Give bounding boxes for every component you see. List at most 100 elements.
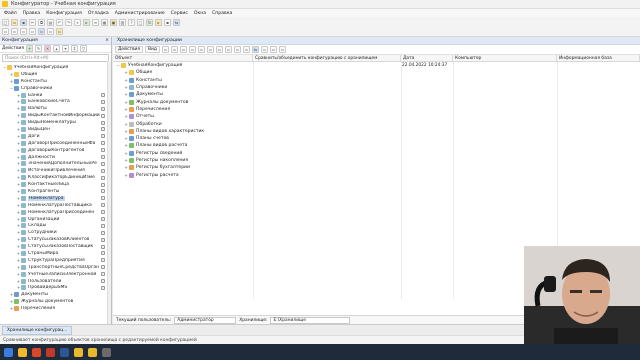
tree-item[interactable]: + КлассификаторЕдиницИзме bbox=[0, 174, 111, 181]
tree-item[interactable]: + СтатусыЗаказовКлиентов bbox=[0, 236, 111, 243]
tree-item[interactable]: + ЗначенияДополнительныхРе bbox=[0, 160, 111, 167]
pdf-icon[interactable] bbox=[46, 347, 55, 357]
onec-icon-2[interactable] bbox=[88, 347, 97, 357]
copy-icon[interactable]: ⧉ bbox=[38, 19, 45, 26]
calendar-icon[interactable]: ▥ bbox=[119, 19, 126, 26]
grid-row[interactable]: + Регистры сведений bbox=[113, 150, 640, 157]
onec-icon[interactable] bbox=[74, 347, 83, 357]
repo-tool-icon-1[interactable]: ▫ bbox=[161, 46, 169, 53]
menu-debug[interactable]: Отладка bbox=[88, 11, 109, 16]
tree-item[interactable]: + Банки bbox=[0, 92, 111, 99]
repo-tool-icon-7[interactable]: ▫ bbox=[215, 46, 223, 53]
cut-icon[interactable]: ✂ bbox=[29, 19, 36, 26]
sync-icon[interactable]: ⇆ bbox=[173, 19, 180, 26]
filter-icon[interactable]: ▽ bbox=[80, 45, 88, 52]
paste-icon[interactable]: ▤ bbox=[47, 19, 54, 26]
open-folder-icon[interactable]: ▭ bbox=[11, 19, 18, 26]
tree-item[interactable]: + КонтактныеЛица bbox=[0, 181, 111, 188]
grid-row[interactable]: + Справочники bbox=[113, 84, 640, 91]
tool-icon-5[interactable]: ▫ bbox=[38, 28, 45, 35]
tree-item[interactable]: + Контрагенты bbox=[0, 188, 111, 195]
tree-item[interactable]: + Общие bbox=[0, 71, 111, 78]
grid-row[interactable]: + Общие bbox=[113, 69, 640, 76]
edit-icon[interactable]: ✎ bbox=[35, 45, 43, 52]
search-input[interactable]: Поиск (Ctrl+Alt+M) bbox=[2, 54, 109, 62]
tree-item[interactable]: + Журналы документов bbox=[0, 298, 111, 305]
list-icon[interactable]: ≡ bbox=[92, 19, 99, 26]
repo-tool-icon-6[interactable]: ▫ bbox=[206, 46, 214, 53]
grid-row[interactable]: + Регистры расчета bbox=[113, 171, 640, 178]
tab-repository[interactable]: Хранилище конфигурац... bbox=[2, 325, 73, 335]
tree-item[interactable]: + ДоговорыКонтрагентов bbox=[0, 147, 111, 154]
grid-row[interactable]: + Планы видов характеристик bbox=[113, 128, 640, 135]
properties-icon[interactable]: ▦ bbox=[101, 19, 108, 26]
menu-edit[interactable]: Правка bbox=[23, 11, 40, 16]
tree-item[interactable]: + Доги bbox=[0, 133, 111, 140]
column-computer[interactable]: Компьютер bbox=[453, 55, 557, 61]
close-icon[interactable]: × bbox=[105, 38, 109, 43]
browser-icon[interactable] bbox=[32, 347, 41, 357]
tree-item[interactable]: + СтруктураПредприятия bbox=[0, 257, 111, 264]
menu-file[interactable]: Файл bbox=[4, 11, 17, 16]
tree-item[interactable]: + НоменклатураПрисоединен bbox=[0, 209, 111, 216]
run-icon[interactable]: ▸ bbox=[83, 19, 90, 26]
grid-row[interactable]: + Регистры накопления bbox=[113, 157, 640, 164]
actions-menu-button[interactable]: Действия bbox=[115, 46, 144, 53]
grid-row[interactable]: + Документы bbox=[113, 91, 640, 98]
tree-item[interactable]: + УчетныеЗаписиЭлектронной bbox=[0, 271, 111, 278]
grid-row[interactable]: + Регистры бухгалтерии bbox=[113, 164, 640, 171]
tree-item[interactable]: + Номенклатура bbox=[0, 195, 111, 202]
tree-item[interactable]: + НоменклатураПоставщика bbox=[0, 202, 111, 209]
new-file-icon[interactable]: □ bbox=[2, 19, 9, 26]
tool-icon-1[interactable]: ▫ bbox=[2, 28, 9, 35]
menu-windows[interactable]: Окна bbox=[194, 11, 206, 16]
tree-item[interactable]: + Константы bbox=[0, 78, 111, 85]
grid-row[interactable]: + Константы bbox=[113, 77, 640, 84]
repo-tool-icon-13[interactable]: ▫ bbox=[269, 46, 277, 53]
start-debug-icon[interactable]: ▸ bbox=[155, 19, 162, 26]
compare-merge-icon[interactable]: ⇆ bbox=[251, 46, 259, 53]
view-menu-button[interactable]: Вид bbox=[145, 46, 160, 53]
repo-tool-icon-8[interactable]: ▫ bbox=[224, 46, 232, 53]
tree-item[interactable]: + ВидыКонтактнойИнформации bbox=[0, 112, 111, 119]
repo-tool-icon-12[interactable]: ▫ bbox=[260, 46, 268, 53]
grid-row[interactable]: + Журналы документов bbox=[113, 98, 640, 105]
help-icon[interactable]: ? bbox=[128, 19, 135, 26]
tool-icon-6[interactable]: ▫ bbox=[47, 28, 54, 35]
config-open-icon[interactable]: ▢ bbox=[137, 19, 144, 26]
tool-icon-2[interactable]: ▫ bbox=[11, 28, 18, 35]
tool-icon-3[interactable]: ▫ bbox=[20, 28, 27, 35]
tree-item[interactable]: + Документы bbox=[0, 291, 111, 298]
tree-item[interactable]: + ВидыНоменклатуры bbox=[0, 119, 111, 126]
grid-row[interactable]: + Перечисления bbox=[113, 106, 640, 113]
app-icon[interactable] bbox=[102, 347, 111, 357]
tree-item[interactable]: + Должности bbox=[0, 154, 111, 161]
repo-tool-icon-5[interactable]: ▫ bbox=[197, 46, 205, 53]
tree-item[interactable]: + ТранспортныеСредстваОрган bbox=[0, 264, 111, 271]
grid-row[interactable]: + Планы видов расчета bbox=[113, 142, 640, 149]
tree-item[interactable]: + СтраныМира bbox=[0, 250, 111, 257]
start-icon[interactable] bbox=[4, 347, 13, 357]
tree-item[interactable]: + Организации bbox=[0, 216, 111, 223]
grid-row[interactable]: − УчебнаяКонфигурация 22.04.2022 10:24:37 bbox=[113, 62, 640, 69]
enterprise-icon[interactable]: ▪ bbox=[164, 19, 171, 26]
tool-icon-4[interactable]: ▫ bbox=[29, 28, 36, 35]
tree-item[interactable]: + Пользователи bbox=[0, 278, 111, 285]
column-infobase[interactable]: Информационная база bbox=[557, 55, 640, 61]
tree-item[interactable]: − УчебнаяКонфигурация bbox=[0, 64, 111, 71]
save-icon[interactable]: ▪ bbox=[20, 19, 27, 26]
tree-scrollbar[interactable] bbox=[107, 61, 111, 324]
tree-item[interactable]: + Валюты bbox=[0, 105, 111, 112]
tree-item[interactable]: + СтатусыЗаказовПоставщик bbox=[0, 243, 111, 250]
undo-icon[interactable]: ↶ bbox=[56, 19, 63, 26]
tree-item[interactable]: + БанковскиеСчета bbox=[0, 98, 111, 105]
repo-tool-icon-10[interactable]: ▫ bbox=[242, 46, 250, 53]
repo-tool-icon-3[interactable]: ▫ bbox=[179, 46, 187, 53]
word-icon[interactable] bbox=[60, 347, 69, 357]
tree-item[interactable]: + ВидыЦен bbox=[0, 126, 111, 133]
explorer-icon[interactable] bbox=[18, 347, 27, 357]
add-icon[interactable]: + bbox=[26, 45, 34, 52]
tree-item[interactable]: − Справочники bbox=[0, 85, 111, 92]
tree-item[interactable]: + ДоговорПрисоединенныеФа bbox=[0, 140, 111, 147]
menu-configuration[interactable]: Конфигурация bbox=[46, 11, 82, 16]
